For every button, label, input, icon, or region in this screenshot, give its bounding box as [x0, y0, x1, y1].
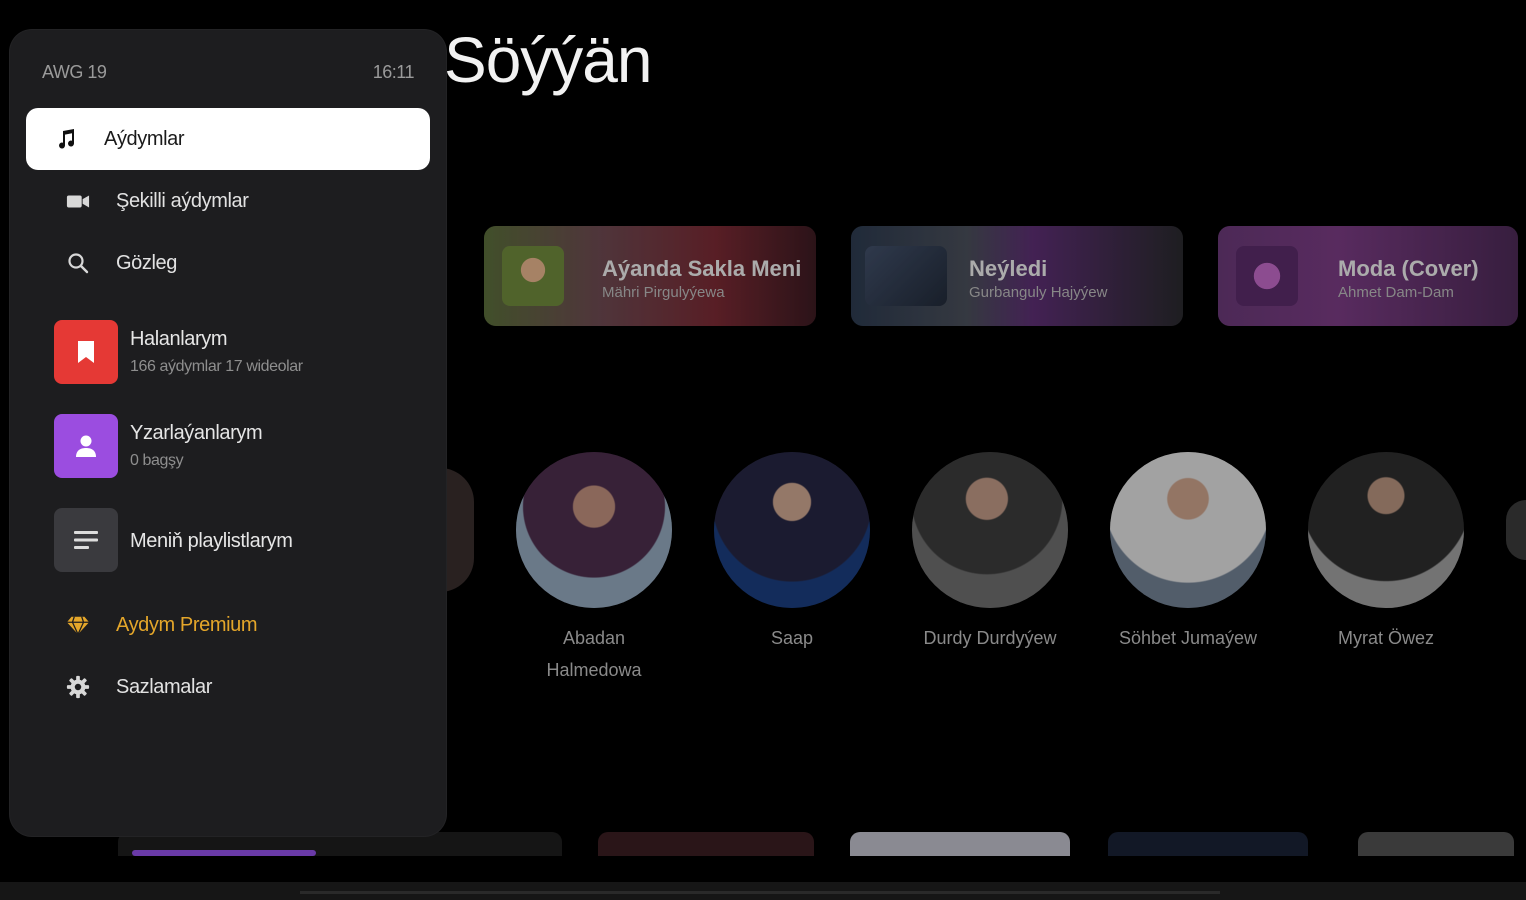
search-icon	[66, 251, 90, 275]
bottom-tile[interactable]	[598, 832, 814, 856]
bottom-tile[interactable]	[1108, 832, 1308, 856]
tv-home-screen: Söýýän Aýanda Sakla Meni Mähri Pirgulyýe…	[0, 0, 1526, 900]
featured-card-artist: Gurbanguly Hajyýew	[969, 284, 1108, 301]
bottom-tile[interactable]	[1358, 832, 1514, 856]
library-item-favorites[interactable]: Halanlarym 166 aýdymlar 17 wideolar	[54, 320, 434, 384]
featured-card-1[interactable]: Aýanda Sakla Meni Mähri Pirgulyýewa	[484, 226, 816, 326]
nav-item-label: Aydym Premium	[116, 614, 258, 636]
nav-item-label: Şekilli aýdymlar	[116, 190, 249, 212]
user-icon	[54, 414, 118, 478]
artist-item[interactable]: Abadan Halmedowa	[514, 452, 674, 686]
artist-avatar	[714, 452, 870, 608]
featured-card-thumb	[865, 246, 947, 306]
video-camera-icon	[66, 189, 90, 213]
library-item-subtitle: 166 aýdymlar 17 wideolar	[130, 358, 303, 375]
page-title: Söýýän	[444, 24, 652, 96]
artist-name: Saap	[770, 628, 814, 648]
featured-card-title: Moda (Cover)	[1338, 256, 1479, 281]
diamond-icon	[66, 613, 90, 637]
library-item-title: Yzarlaýanlarym	[130, 422, 263, 444]
bottom-scrollbar	[0, 882, 1526, 900]
artist-avatar-partial	[1506, 500, 1526, 560]
artist-avatar	[912, 452, 1068, 608]
artist-name: Söhbet Jumaýew	[1118, 628, 1258, 648]
nav-item-premium[interactable]: Aydym Premium	[26, 594, 430, 656]
library-item-playlists[interactable]: Meniň playlistlarym	[54, 508, 434, 572]
library-item-title: Meniň playlistlarym	[130, 530, 293, 552]
gear-icon	[66, 675, 90, 699]
playlist-icon	[54, 508, 118, 572]
nav-item-search[interactable]: Gözleg	[26, 232, 430, 294]
artist-avatar	[1308, 452, 1464, 608]
status-date: AWG 19	[42, 62, 107, 82]
library-item-subtitle: 0 bagşy	[130, 452, 184, 469]
artist-item[interactable]: Söhbet Jumaýew	[1108, 452, 1268, 654]
nav-item-settings[interactable]: Sazlamalar	[26, 656, 430, 718]
featured-card-artist: Mähri Pirgulyýewa	[602, 284, 725, 301]
featured-card-thumb	[502, 246, 564, 306]
bottom-tile[interactable]	[850, 832, 1070, 856]
artist-name: Abadan Halmedowa	[546, 628, 642, 680]
featured-card-title: Aýanda Sakla Meni	[602, 256, 802, 281]
featured-card-artist: Ahmet Dam-Dam	[1338, 284, 1454, 301]
artist-item[interactable]: Myrat Öwez	[1306, 452, 1466, 654]
featured-card-2[interactable]: Neýledi Gurbanguly Hajyýew	[851, 226, 1183, 326]
featured-card-3[interactable]: Moda (Cover) Ahmet Dam-Dam	[1218, 226, 1518, 326]
nav-item-label: Gözleg	[116, 252, 177, 274]
featured-card-thumb	[1236, 246, 1298, 306]
nav-item-videos[interactable]: Şekilli aýdymlar	[26, 170, 430, 232]
status-time: 16:11	[372, 62, 415, 82]
music-note-icon	[54, 127, 78, 151]
artist-item[interactable]: Durdy Durdyýew	[910, 452, 1070, 654]
nav-item-songs[interactable]: Aýdymlar	[26, 108, 430, 170]
featured-card-title: Neýledi	[969, 256, 1048, 281]
nav-item-label: Sazlamalar	[116, 676, 213, 698]
artist-name: Durdy Durdyýew	[923, 628, 1057, 648]
sidebar: AWG 19 16:11 Aýdymlar Şekilli aýdymlar G…	[10, 30, 446, 836]
library-item-title: Halanlarym	[130, 328, 228, 350]
artist-name: Myrat Öwez	[1337, 628, 1434, 648]
artist-item[interactable]: Saap	[712, 452, 872, 654]
bookmark-icon	[54, 320, 118, 384]
artist-avatar	[516, 452, 672, 608]
nav-item-label: Aýdymlar	[104, 128, 185, 150]
artist-avatar	[1110, 452, 1266, 608]
library-item-following[interactable]: Yzarlaýanlarym 0 bagşy	[54, 414, 434, 478]
